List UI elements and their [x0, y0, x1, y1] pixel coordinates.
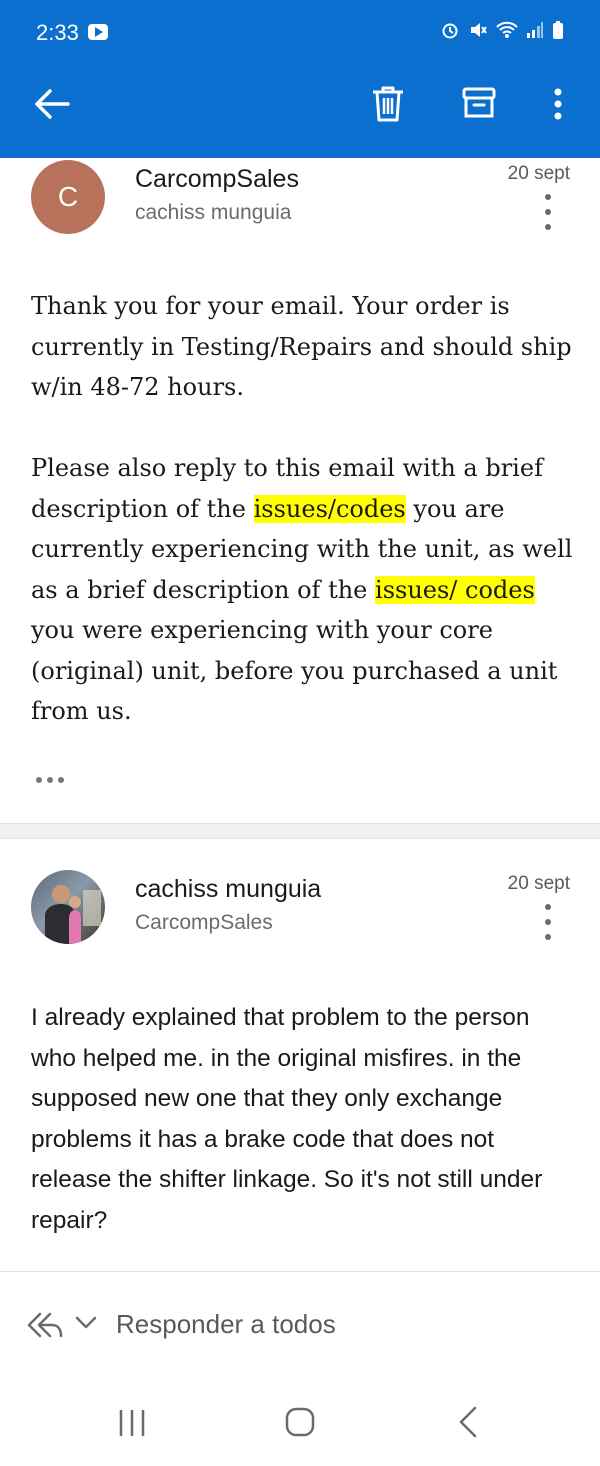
message-header[interactable]: cachiss munguia CarcompSales 20 sept [0, 868, 600, 958]
recipient-name: CarcompSales [135, 911, 273, 934]
archive-icon [462, 87, 496, 118]
vertical-ellipsis-icon [554, 88, 562, 120]
reply-all-icon [27, 1312, 63, 1338]
message-header[interactable]: C CarcompSales cachiss munguia 20 sept [0, 158, 600, 248]
message-date: 20 sept [507, 163, 570, 184]
arrow-left-icon [35, 89, 70, 119]
message-body: I already explained that problem to the … [31, 998, 576, 1241]
archive-button[interactable] [455, 80, 503, 128]
reply-all-label[interactable]: Responder a todos [116, 1309, 336, 1340]
mute-icon [471, 23, 487, 37]
message-paragraph: I already explained that problem to the … [31, 1004, 543, 1234]
youtube-notification-icon [88, 24, 108, 40]
avatar[interactable] [31, 870, 105, 944]
message-divider [0, 823, 600, 839]
highlighted-text: issues/codes [253, 494, 406, 523]
sender-name: cachiss munguia [135, 875, 322, 903]
highlighted-text: issues/ codes [375, 575, 535, 604]
message-paragraph: Thank you for your email. Your order is … [31, 292, 572, 401]
avatar-letter: C [57, 181, 79, 212]
home-button[interactable] [284, 1406, 316, 1443]
alarm-icon [442, 23, 458, 39]
system-back-button[interactable] [456, 1406, 480, 1443]
system-navigation-bar [0, 1390, 600, 1466]
signal-icon [527, 22, 543, 38]
message-body: Thank you for your email. Your order is … [31, 286, 576, 732]
person-photo-icon [45, 885, 101, 944]
recipient-name: cachiss munguia [135, 201, 292, 224]
app-header: 2:33 [0, 0, 600, 158]
chevron-down-icon[interactable] [74, 1314, 98, 1330]
wifi-icon [496, 21, 518, 38]
more-options-button[interactable] [534, 80, 582, 128]
trash-icon [373, 86, 403, 122]
show-quoted-text-button[interactable] [36, 770, 72, 790]
message-date: 20 sept [507, 873, 570, 894]
reply-divider [0, 1271, 600, 1272]
back-button[interactable] [28, 80, 76, 128]
message-more-button[interactable] [538, 904, 558, 940]
recent-apps-icon [119, 1410, 145, 1436]
battery-icon [553, 21, 563, 39]
avatar[interactable]: C [31, 160, 105, 234]
delete-button[interactable] [364, 80, 412, 128]
sender-name: CarcompSales [135, 165, 299, 193]
reply-all-bar[interactable]: Responder a todos [0, 1300, 600, 1350]
recent-apps-button[interactable] [116, 1406, 148, 1443]
status-icons [440, 20, 564, 40]
message-paragraph: Please also reply to this email with a b… [31, 448, 576, 732]
chevron-left-icon [459, 1406, 477, 1438]
home-icon [285, 1407, 315, 1437]
text-run: you were experiencing with your core (or… [31, 616, 558, 725]
message-more-button[interactable] [538, 194, 558, 230]
status-time: 2:33 [36, 20, 79, 45]
